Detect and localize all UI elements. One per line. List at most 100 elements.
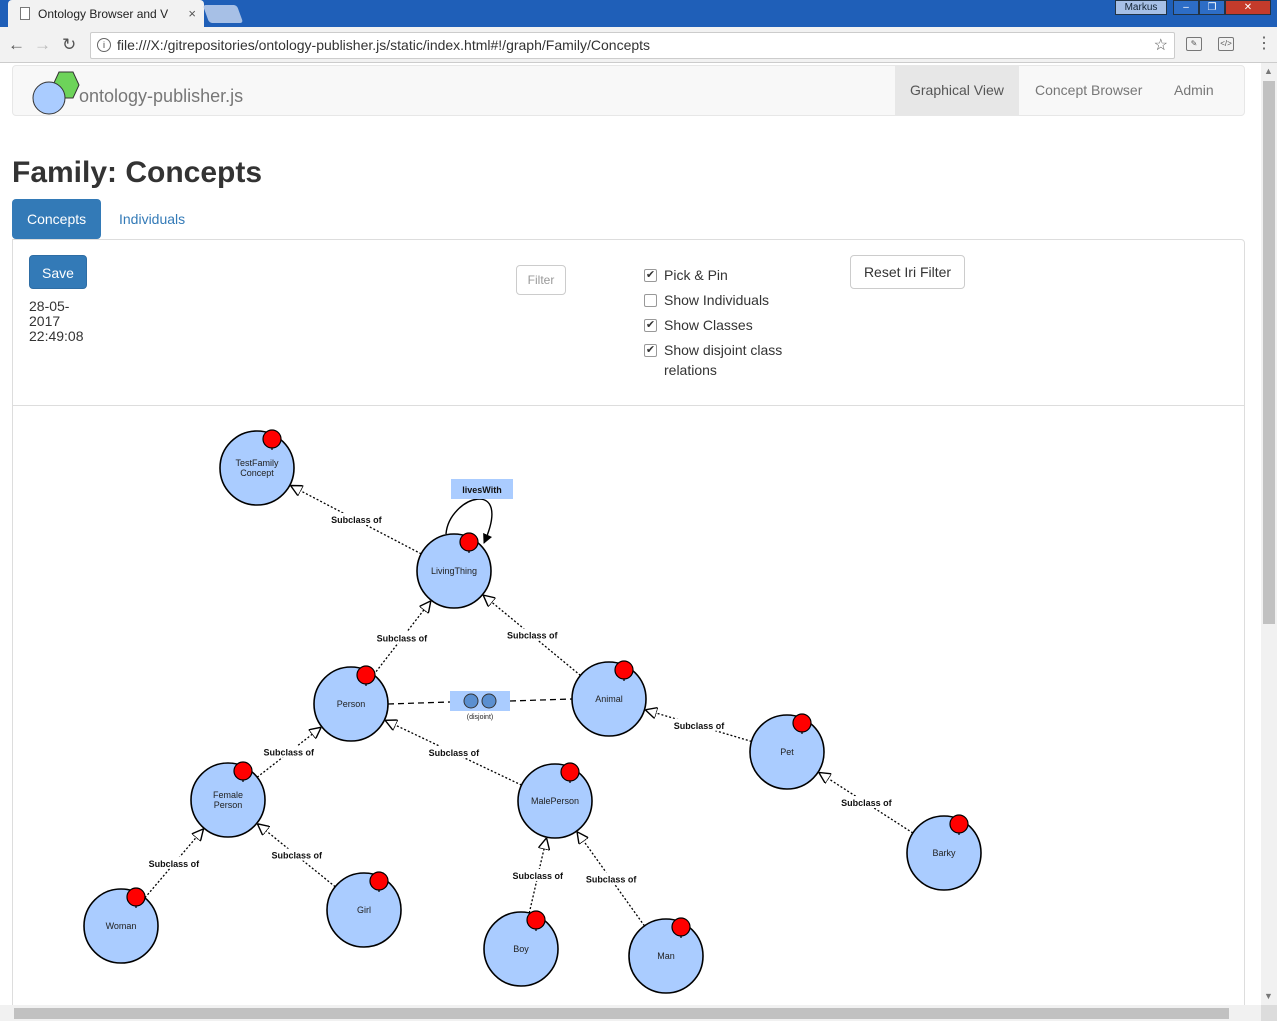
edge-label: Subclass of [674,721,726,731]
checkbox-show-classes[interactable]: ✔ [644,319,657,332]
edge-label: Subclass of [513,871,565,881]
pin-head [262,429,282,449]
pin-head [792,713,812,733]
pin-head [126,887,146,907]
node-pet[interactable]: Pet [749,713,825,790]
content-panel: Save 28-05-2017 22:49:08 Filter ✔ Pick &… [12,239,1245,1005]
graph-svg[interactable]: Subclass of Subclass of Subclass of Subclas… [13,406,1244,1005]
nav-concept-browser[interactable]: Concept Browser [1020,66,1157,115]
node-person[interactable]: Person [313,665,389,742]
node-man[interactable]: Man [628,917,704,994]
edge-label: Subclass of [841,798,893,808]
browser-tab[interactable]: Ontology Browser and V × [8,0,204,27]
tab-close-icon[interactable]: × [188,6,196,21]
node-label: Person [337,699,366,709]
node-girl[interactable]: Girl [326,871,402,948]
node-label: Girl [357,905,371,915]
document-icon [20,7,30,20]
filter-input[interactable]: Filter [516,265,566,295]
node-label: Animal [595,694,623,704]
graph-canvas[interactable]: Subclass of Subclass of Subclass of Subclas… [13,405,1244,1005]
checkbox-show-disjoint[interactable]: ✔ [644,344,657,357]
pin-head [949,814,969,834]
edge-label: Subclass of [429,748,481,758]
node-animal[interactable]: Animal [571,660,647,737]
edge-label: Subclass of [377,633,429,643]
brand-logo-icon[interactable] [29,70,81,116]
node-testfamily[interactable]: TestFamilyConcept [219,429,295,506]
relation-label: livesWith [462,485,501,495]
node-label: Woman [106,921,137,931]
pin-head [526,910,546,930]
forward-icon[interactable]: → [34,35,51,55]
brand-name[interactable]: ontology-publisher.js [79,86,243,107]
option-show-individuals[interactable]: Show Individuals [644,290,834,310]
save-timestamp: 28-05-2017 22:49:08 [29,298,84,344]
disjoint-box [450,691,510,711]
node-boy[interactable]: Boy [483,910,559,987]
node-femaleperson[interactable]: FemalePerson [190,761,266,838]
option-label: Show disjoint class relations [664,342,783,378]
node-label: TestFamily [235,458,279,468]
browser-menu-icon[interactable]: ⋮ [1256,33,1272,53]
pin-head [459,532,479,552]
node-label: Boy [513,944,529,954]
save-button[interactable]: Save [29,255,87,289]
disjoint-edge [509,698,573,702]
browser-titlebar: Ontology Browser and V × Markus – ❐ ✕ [0,0,1277,27]
pin-head [614,660,634,680]
tab-individuals[interactable]: Individuals [104,199,200,239]
nav-graphical-view[interactable]: Graphical View [895,66,1019,115]
option-pick-pin[interactable]: ✔ Pick & Pin [644,265,834,285]
minimize-button[interactable]: – [1173,0,1199,15]
extension-code-icon[interactable]: </> [1218,37,1234,51]
scrollbar-corner [1261,1005,1277,1021]
app-navbar: ontology-publisher.js Graphical View Con… [12,65,1245,116]
pin-head [233,761,253,781]
new-tab-button[interactable] [202,5,244,23]
checkbox-pick-pin[interactable]: ✔ [644,269,657,282]
window-close-button[interactable]: ✕ [1225,0,1271,15]
profile-button[interactable]: Markus [1115,0,1167,15]
node-woman[interactable]: Woman [83,887,159,964]
pin-head [369,871,389,891]
edge-label: Subclass of [331,515,383,525]
horizontal-scroll-thumb[interactable] [14,1008,1229,1019]
page-viewport: ontology-publisher.js Graphical View Con… [0,63,1261,1005]
url-field[interactable]: i file:///X:/gitrepositories/ontology-pu… [90,32,1175,59]
node-barky[interactable]: Barky [906,814,982,891]
option-show-disjoint[interactable]: ✔ Show disjoint class relations [644,340,834,380]
edge-label: Subclass of [507,631,559,641]
pin-head [671,917,691,937]
reload-icon[interactable]: ↻ [62,35,76,55]
option-show-classes[interactable]: ✔ Show Classes [644,315,834,335]
option-label: Show Classes [664,317,753,333]
node-label: LivingThing [431,566,477,576]
scroll-down-icon[interactable]: ▼ [1264,991,1273,1001]
option-label: Pick & Pin [664,267,728,283]
reset-iri-filter-button[interactable]: Reset Iri Filter [850,255,965,289]
tab-concepts[interactable]: Concepts [12,199,102,239]
disjoint-circle-icon [463,693,479,709]
url-text: file:///X:/gitrepositories/ontology-publ… [117,37,651,53]
pin-head [560,762,580,782]
restore-button[interactable]: ❐ [1199,0,1225,15]
back-icon[interactable]: ← [8,35,25,55]
disjoint-label: (disjoint) [467,714,493,721]
address-toolbar: ← → ↻ i file:///X:/gitrepositories/ontol… [0,27,1277,63]
horizontal-scrollbar[interactable] [0,1005,1261,1021]
bookmark-star-icon[interactable]: ☆ [1154,33,1168,58]
vertical-scrollbar[interactable]: ▲ ▼ [1261,63,1277,1005]
node-maleperson[interactable]: MalePerson [517,762,593,839]
extension-edit-icon[interactable]: ✎ [1186,37,1202,51]
checkbox-show-individuals[interactable] [644,294,657,307]
node-label: Man [657,951,675,961]
info-icon[interactable]: i [97,38,111,52]
page-title: Family: Concepts [12,156,263,189]
nav-admin[interactable]: Admin [1159,66,1229,115]
node-livingthing[interactable]: LivingThing [416,532,492,609]
node-label: MalePerson [531,796,579,806]
option-label: Show Individuals [664,292,770,308]
vertical-scroll-thumb[interactable] [1263,81,1275,624]
scroll-up-icon[interactable]: ▲ [1264,66,1273,76]
